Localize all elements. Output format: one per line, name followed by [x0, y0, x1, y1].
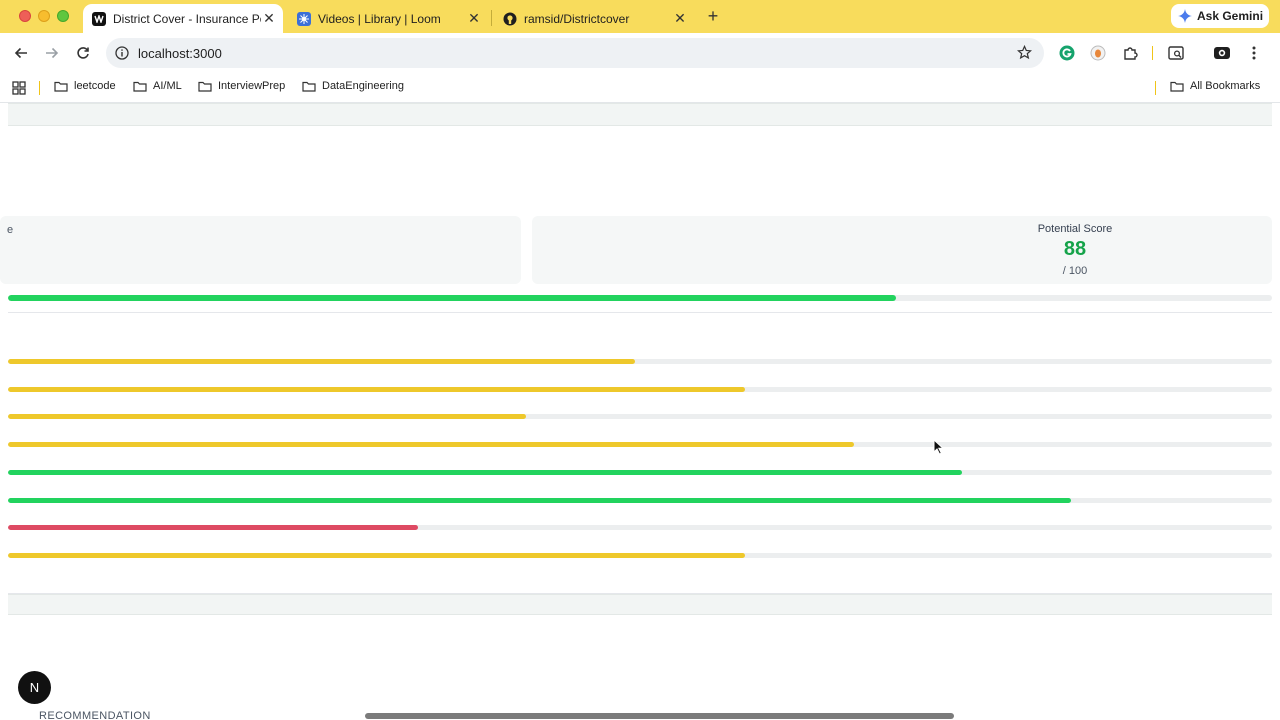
tab-district-cover[interactable]: District Cover - Insurance Policy ✕ [83, 4, 283, 33]
tab-title: ramsid/Districtcover [524, 11, 630, 26]
breakdown-bar-fill-green [8, 469, 963, 475]
apps-grid-icon[interactable] [12, 81, 26, 95]
all-bookmarks-label: All Bookmarks [1190, 80, 1261, 92]
tab-github[interactable]: ramsid/Districtcover ✕ [494, 4, 694, 33]
url-text: localhost:3000 [138, 46, 222, 61]
bookmark-folder-interviewprep[interactable]: InterviewPrep [198, 80, 285, 92]
breakdown-bar-track [8, 497, 1272, 503]
section-footer-band [8, 594, 1272, 615]
bookmark-label: AI/ML [153, 80, 182, 92]
minimize-window-button[interactable] [38, 10, 50, 22]
profile-icon[interactable] [1213, 44, 1231, 62]
extension-orange-icon[interactable] [1089, 44, 1107, 62]
breakdown-bar-track [8, 386, 1272, 392]
folder-icon [198, 81, 212, 92]
section-header-band [8, 103, 1272, 126]
tab-loom[interactable]: Videos | Library | Loom ✕ [288, 4, 488, 33]
nextjs-badge-letter: N [29, 680, 40, 695]
score-progress-fill [8, 295, 896, 301]
bookmark-label: InterviewPrep [218, 80, 286, 92]
breakdown-bar-track [8, 414, 1272, 420]
breakdown-bar-fill-red [8, 525, 418, 531]
gemini-icon [1178, 9, 1192, 23]
potential-score-card [532, 216, 1272, 284]
breakdown-bar-fill-yellow [8, 359, 635, 364]
folder-icon [133, 81, 147, 92]
ask-gemini-label: Ask Gemini [1197, 9, 1264, 23]
breakdown-bar-track [8, 442, 1272, 448]
horizontal-scrollbar-thumb[interactable] [365, 713, 954, 719]
district-icon [92, 11, 106, 26]
close-tab-icon[interactable]: ✕ [261, 10, 277, 27]
score-progress-track [8, 295, 1272, 301]
new-tab-button[interactable]: + [703, 7, 723, 27]
reload-icon [77, 47, 89, 59]
nextjs-dev-badge[interactable]: N [18, 671, 51, 704]
breakdown-bar-fill-yellow [8, 442, 854, 448]
bookmark-label: DataEngineering [322, 80, 404, 92]
breakdown-bar-track [8, 552, 1272, 558]
extensions-puzzle-icon[interactable] [1121, 44, 1139, 62]
breakdown-bar-track [8, 525, 1272, 531]
bookmark-label: leetcode [74, 80, 116, 92]
breakdown-bar-track [8, 469, 1272, 475]
current-score-label-fragment: e [7, 224, 14, 236]
forward-button[interactable] [42, 43, 62, 63]
all-bookmarks-button[interactable]: All Bookmarks [1170, 80, 1260, 92]
close-window-button[interactable] [19, 10, 31, 22]
close-tab-icon[interactable]: ✕ [466, 10, 482, 27]
breakdown-bar-track [8, 359, 1272, 364]
tab-title: District Cover - Insurance Policy [113, 11, 261, 26]
breakdown-bar-fill-yellow [8, 414, 527, 420]
back-arrow-icon [14, 47, 27, 59]
reload-button[interactable] [73, 43, 93, 63]
breakdown-bar-fill-yellow [8, 552, 745, 558]
folder-icon [1170, 81, 1184, 92]
breakdown-bar-fill-yellow [8, 386, 745, 392]
browser-toolbar: localhost:3000 [0, 33, 1280, 73]
section-divider [8, 312, 1272, 313]
folder-icon [302, 81, 316, 92]
browser-menu-icon[interactable] [1245, 44, 1263, 62]
ask-gemini-button[interactable]: Ask Gemini [1171, 4, 1269, 28]
bookmark-separator [39, 81, 40, 95]
grammarly-extension-icon[interactable] [1058, 44, 1076, 62]
back-button[interactable] [11, 43, 31, 63]
close-tab-icon[interactable]: ✕ [672, 10, 688, 27]
bookmark-folder-ai-ml[interactable]: AI/ML [133, 80, 182, 92]
address-bar[interactable]: localhost:3000 [106, 38, 1044, 68]
forward-arrow-icon [46, 47, 59, 59]
potential-score-label: Potential Score [1037, 223, 1113, 235]
bookmarks-bar: leetcode AI/ML InterviewPrep DataEnginee… [0, 73, 1280, 103]
tab-separator [491, 10, 492, 26]
github-icon [503, 12, 517, 26]
browser-tab-bar: District Cover - Insurance Policy ✕ Vide… [0, 0, 1280, 33]
site-info-icon[interactable] [115, 46, 129, 60]
folder-icon [54, 81, 68, 92]
mouse-cursor-icon [933, 439, 945, 455]
page-content: e Potential Score 88 / 100 RECOMMENDATIO… [0, 103, 1280, 720]
bookmark-star-icon[interactable] [1017, 45, 1032, 60]
maximize-window-button[interactable] [57, 10, 69, 22]
breakdown-bar-fill-green [8, 497, 1072, 503]
current-score-card [0, 216, 521, 284]
bookmark-separator [1155, 81, 1156, 95]
tab-search-icon[interactable] [1167, 44, 1185, 62]
potential-score-value: 88 [1063, 238, 1087, 260]
recommendation-label: RECOMMENDATION [39, 710, 151, 720]
bookmark-folder-leetcode[interactable]: leetcode [54, 80, 116, 92]
tab-title: Videos | Library | Loom [318, 11, 441, 26]
bookmark-folder-dataengineering[interactable]: DataEngineering [302, 80, 404, 92]
loom-icon [297, 11, 311, 26]
toolbar-separator [1152, 46, 1153, 60]
potential-score-denominator: / 100 [1062, 265, 1088, 277]
